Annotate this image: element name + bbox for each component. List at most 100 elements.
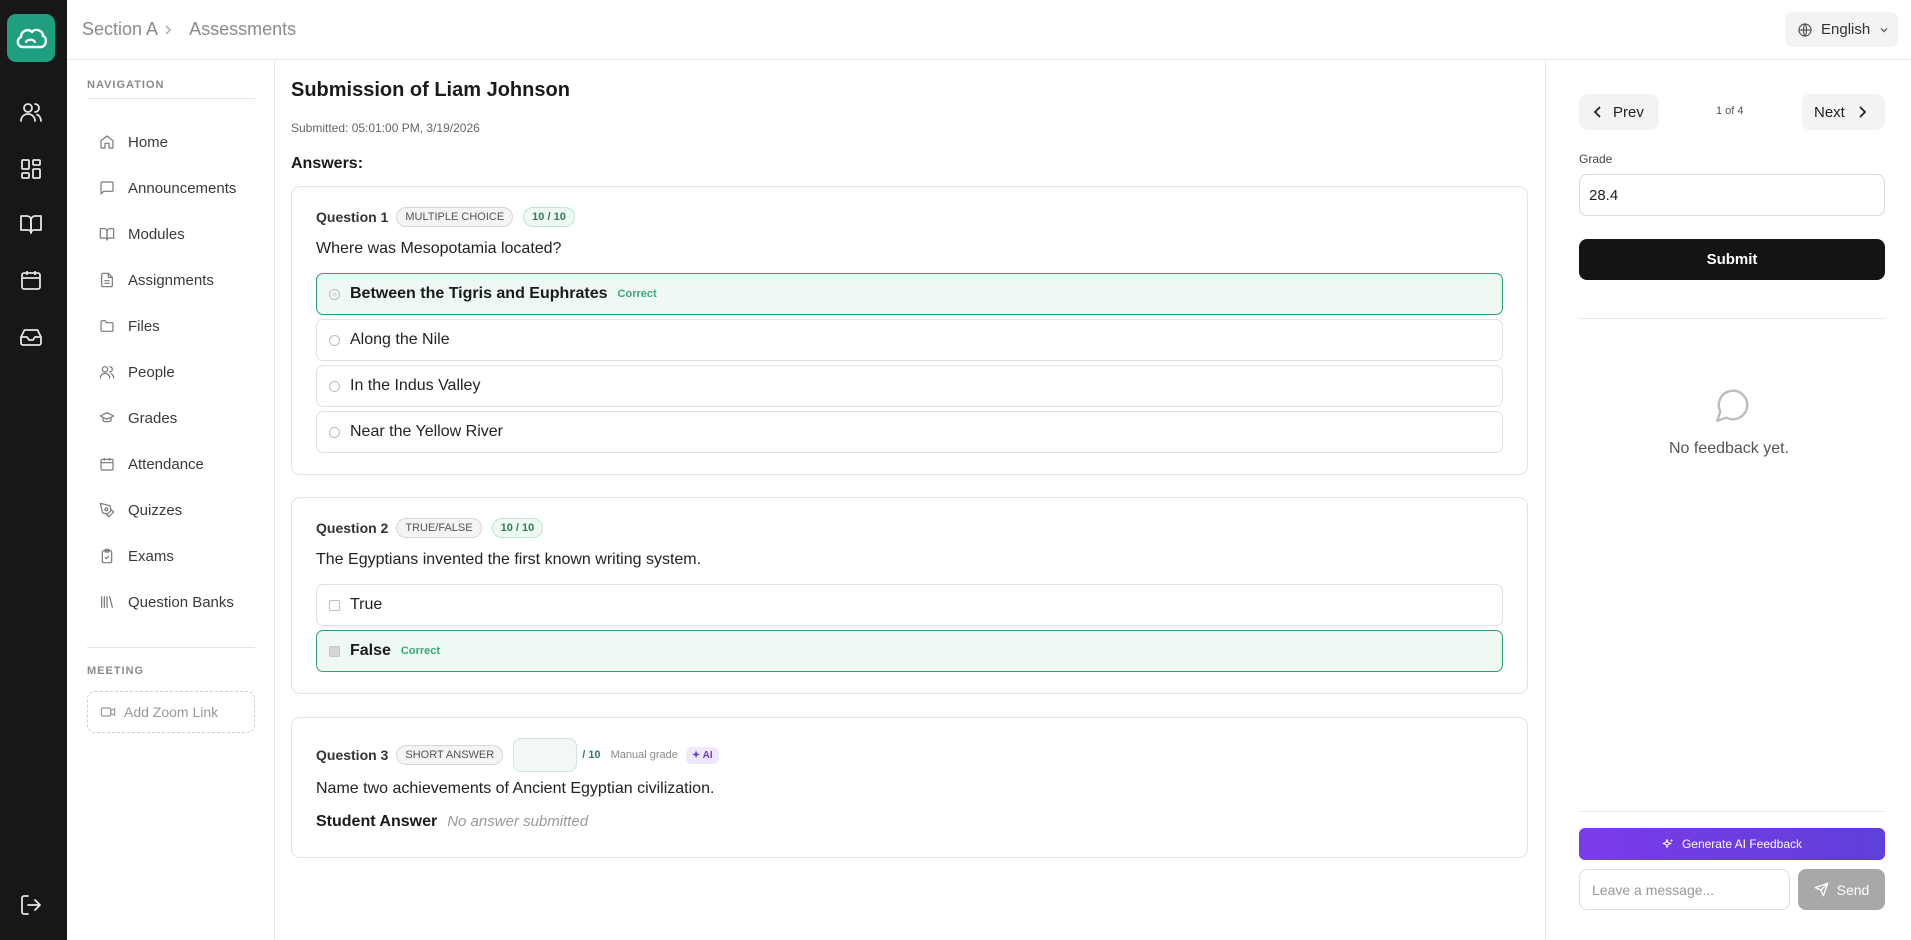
ai-grade-button[interactable]: ✦ AI xyxy=(685,746,719,764)
option-text: Between the Tigris and Euphrates xyxy=(350,285,608,302)
question-type-badge: MULTIPLE CHOICE xyxy=(396,207,514,227)
chevron-right-icon xyxy=(164,24,172,36)
student-answer-label: Student Answer xyxy=(316,813,438,830)
nav-item-attendance[interactable]: Attendance xyxy=(98,449,204,479)
answer-option: Near the Yellow River xyxy=(316,411,1503,453)
chat-bubble-icon xyxy=(1714,386,1752,424)
nav-heading: NAVIGATION xyxy=(87,79,165,91)
sparkles-icon xyxy=(1662,838,1674,850)
calendar-icon xyxy=(98,455,116,473)
send-button[interactable]: Send xyxy=(1798,869,1885,910)
nav-divider xyxy=(87,647,255,648)
logout-icon[interactable] xyxy=(19,893,43,917)
answer-option: True xyxy=(316,584,1503,626)
inbox-icon[interactable] xyxy=(19,325,43,349)
breadcrumb-section[interactable]: Section A xyxy=(82,19,158,40)
next-button[interactable]: Next xyxy=(1802,94,1885,130)
users-icon[interactable] xyxy=(19,100,43,124)
answer-option: Between the Tigris and Euphrates Correct xyxy=(316,273,1503,315)
submit-button[interactable]: Submit xyxy=(1579,239,1885,280)
file-icon xyxy=(98,271,116,289)
message-input[interactable] xyxy=(1579,869,1790,910)
globe-icon xyxy=(1797,22,1813,38)
radio-button xyxy=(329,426,340,438)
nav-item-question-banks[interactable]: Question Banks xyxy=(98,587,234,617)
grade-input[interactable] xyxy=(1579,174,1885,216)
book-icon xyxy=(98,225,116,243)
nav-item-exams[interactable]: Exams xyxy=(98,541,174,571)
nav-item-label: Assignments xyxy=(128,271,214,289)
question-number: Question 2 xyxy=(316,520,389,536)
question-card: Question 3 SHORT ANSWER / 10 Manual grad… xyxy=(291,717,1528,858)
student-answer: Student Answer No answer submitted xyxy=(316,813,588,831)
answers-heading: Answers: xyxy=(291,155,364,172)
graduation-cap-icon xyxy=(98,409,116,427)
top-bar: Section A Assessments English xyxy=(67,0,1911,60)
nav-item-label: Announcements xyxy=(128,179,237,197)
breadcrumb-page[interactable]: Assessments xyxy=(189,19,296,40)
manual-grade-input[interactable] xyxy=(513,738,578,772)
breadcrumb: Section A Assessments xyxy=(82,19,296,40)
nav-item-grades[interactable]: Grades xyxy=(98,403,177,433)
question-header: Question 3 SHORT ANSWER / 10 Manual grad… xyxy=(316,738,719,772)
option-text: Along the Nile xyxy=(350,331,450,348)
radio-button xyxy=(329,380,340,392)
language-label: English xyxy=(1821,21,1871,38)
question-number: Question 1 xyxy=(316,209,389,225)
home-icon xyxy=(98,133,116,151)
generate-ai-feedback-label: Generate AI Feedback xyxy=(1681,837,1803,851)
panel-divider xyxy=(1579,318,1885,319)
grade-label: Grade xyxy=(1579,152,1613,166)
no-feedback-text: No feedback yet. xyxy=(1668,440,1790,457)
question-type-badge: SHORT ANSWER xyxy=(396,745,504,765)
question-header: Question 2 TRUE/FALSE 10 / 10 xyxy=(316,518,544,538)
send-label: Send xyxy=(1836,881,1870,898)
nav-item-label: Attendance xyxy=(128,455,204,473)
answer-option: Along the Nile xyxy=(316,319,1503,361)
add-zoom-link-label: Add Zoom Link xyxy=(124,704,219,720)
nav-item-home[interactable]: Home xyxy=(98,127,168,157)
question-text: The Egyptians invented the first known w… xyxy=(316,551,702,568)
generate-ai-feedback-button[interactable]: Generate AI Feedback xyxy=(1579,828,1885,860)
next-label: Next xyxy=(1814,103,1845,121)
question-type-badge: TRUE/FALSE xyxy=(396,518,482,538)
answer-option: False Correct xyxy=(316,630,1503,672)
correct-tag: Correct xyxy=(400,645,441,657)
nav-item-files[interactable]: Files xyxy=(98,311,160,341)
library-icon xyxy=(98,593,116,611)
course-navigation: NAVIGATION Home Announcements Modules As… xyxy=(67,61,275,940)
question-card: Question 1 MULTIPLE CHOICE 10 / 10 Where… xyxy=(291,186,1528,475)
nav-item-announcements[interactable]: Announcements xyxy=(98,173,236,203)
prev-label: Prev xyxy=(1613,103,1644,121)
dashboard-icon[interactable] xyxy=(19,157,43,181)
icon-rail xyxy=(0,0,67,940)
page-title: Submission of Liam Johnson xyxy=(291,79,570,101)
question-number: Question 3 xyxy=(316,747,389,763)
prev-button[interactable]: Prev xyxy=(1579,94,1659,130)
chevron-right-icon xyxy=(1857,105,1867,119)
correct-tag: Correct xyxy=(617,288,657,300)
nav-item-label: Home xyxy=(128,133,169,151)
answer-option: In the Indus Valley xyxy=(316,365,1503,407)
add-zoom-link-button[interactable]: Add Zoom Link xyxy=(87,691,255,733)
nav-item-quizzes[interactable]: Quizzes xyxy=(98,495,182,525)
book-open-icon[interactable] xyxy=(19,212,43,236)
clipboard-check-icon xyxy=(98,547,116,565)
radio-button xyxy=(329,288,340,300)
calendar-icon[interactable] xyxy=(19,268,43,292)
pagination-indicator: 1 of 4 xyxy=(1716,105,1744,117)
option-text: Near the Yellow River xyxy=(350,423,503,440)
nav-item-label: Files xyxy=(128,317,160,335)
question-card: Question 2 TRUE/FALSE 10 / 10 The Egypti… xyxy=(291,497,1528,694)
chevron-left-icon xyxy=(1593,105,1603,119)
nav-item-assignments[interactable]: Assignments xyxy=(98,265,214,295)
submitted-timestamp: Submitted: 05:01:00 PM, 3/19/2026 xyxy=(291,121,480,135)
question-text: Where was Mesopotamia located? xyxy=(316,240,562,257)
language-selector[interactable]: English xyxy=(1785,12,1898,47)
nav-item-people[interactable]: People xyxy=(98,357,175,387)
option-text: True xyxy=(350,596,383,613)
question-text: Name two achievements of Ancient Egyptia… xyxy=(316,780,715,797)
cloud-logo-icon[interactable] xyxy=(7,14,55,62)
nav-item-modules[interactable]: Modules xyxy=(98,219,185,249)
nav-item-label: Question Banks xyxy=(128,593,234,611)
